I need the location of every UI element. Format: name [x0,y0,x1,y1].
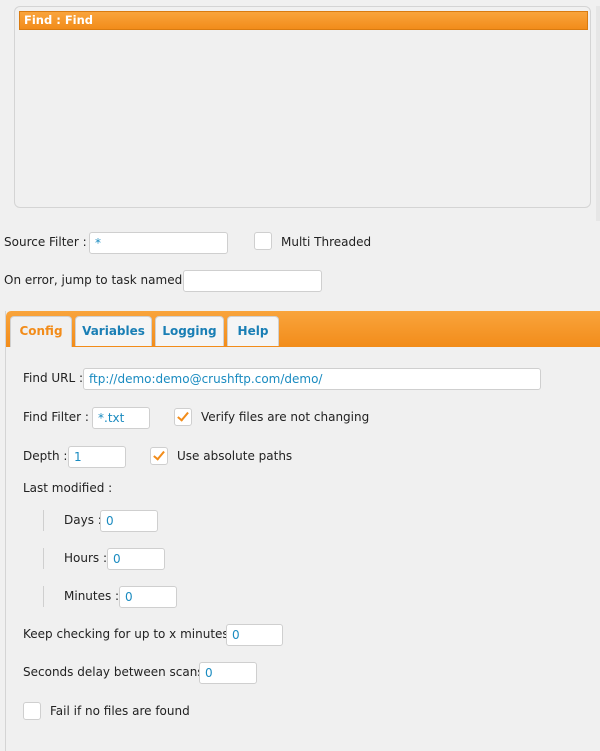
fail-if-none-label: Fail if no files are found [50,704,190,718]
days-input[interactable] [100,510,158,532]
multi-threaded-checkbox[interactable] [254,232,272,250]
on-error-input[interactable] [183,270,322,292]
find-filter-input[interactable] [92,407,150,429]
indent-line [43,510,44,531]
find-url-label: Find URL : [23,371,84,385]
task-item-find[interactable]: Find : Find [19,11,588,30]
keep-checking-input[interactable] [226,624,283,646]
minutes-input[interactable] [119,586,177,608]
scrollbar-edge [596,6,600,221]
hours-label: Hours : [64,551,108,565]
hours-input[interactable] [107,548,165,570]
task-list[interactable]: Find : Find [14,6,591,208]
multi-threaded-label: Multi Threaded [281,235,372,249]
source-filter-label: Source Filter : [4,235,87,249]
verify-label: Verify files are not changing [201,410,370,424]
minutes-label: Minutes : [64,589,120,603]
tab-help[interactable]: Help [227,316,279,346]
tab-variables[interactable]: Variables [75,316,152,346]
depth-label: Depth : [23,449,68,463]
tab-logging[interactable]: Logging [155,316,224,346]
tab-config[interactable]: Config [10,316,72,347]
tab-bar: Config Variables Logging Help [6,311,600,347]
on-error-label: On error, jump to task named : [4,273,191,287]
fail-if-none-checkbox[interactable] [23,702,41,720]
checkmark-icon [177,409,189,422]
seconds-delay-label: Seconds delay between scans : [23,665,212,679]
absolute-paths-label: Use absolute paths [177,449,293,463]
verify-checkbox[interactable] [174,408,192,426]
depth-input[interactable] [68,446,126,468]
seconds-delay-input[interactable] [199,662,257,684]
last-modified-label: Last modified : [23,481,113,495]
days-label: Days : [64,513,102,527]
find-filter-label: Find Filter : [23,410,89,424]
absolute-paths-checkbox[interactable] [150,447,168,465]
find-url-input[interactable] [83,368,541,390]
indent-line [43,548,44,569]
checkmark-icon [153,448,165,461]
keep-checking-label: Keep checking for up to x minutes : [23,627,237,641]
indent-line [43,586,44,607]
source-filter-input[interactable] [89,232,228,254]
